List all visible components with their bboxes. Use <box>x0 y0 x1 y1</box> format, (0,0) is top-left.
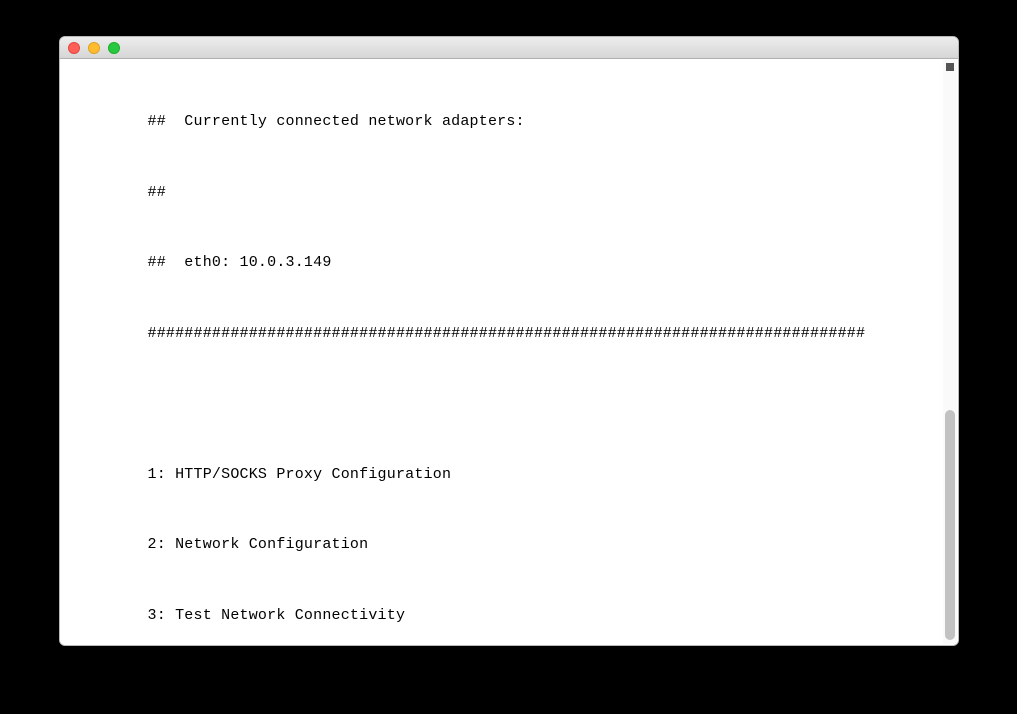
scroll-indicator-icon <box>946 63 954 71</box>
scrollbar-track[interactable] <box>943 60 957 644</box>
close-icon[interactable] <box>68 42 80 54</box>
minimize-icon[interactable] <box>88 42 100 54</box>
header-line: ## <box>60 181 958 205</box>
header-line: ## eth0: 10.0.3.149 <box>60 251 958 275</box>
terminal-content[interactable]: ## Currently connected network adapters:… <box>60 59 958 645</box>
blank-line <box>60 392 958 416</box>
terminal-body[interactable]: ## Currently connected network adapters:… <box>60 59 958 645</box>
header-line: ## Currently connected network adapters: <box>60 110 958 134</box>
maximize-icon[interactable] <box>108 42 120 54</box>
menu-item: 2: Network Configuration <box>60 533 958 557</box>
titlebar[interactable] <box>60 37 958 59</box>
terminal-window: ## Currently connected network adapters:… <box>59 36 959 646</box>
scrollbar-thumb[interactable] <box>945 410 955 640</box>
menu-item: 1: HTTP/SOCKS Proxy Configuration <box>60 463 958 487</box>
menu-item: 3: Test Network Connectivity <box>60 604 958 628</box>
header-divider: ########################################… <box>60 322 958 346</box>
